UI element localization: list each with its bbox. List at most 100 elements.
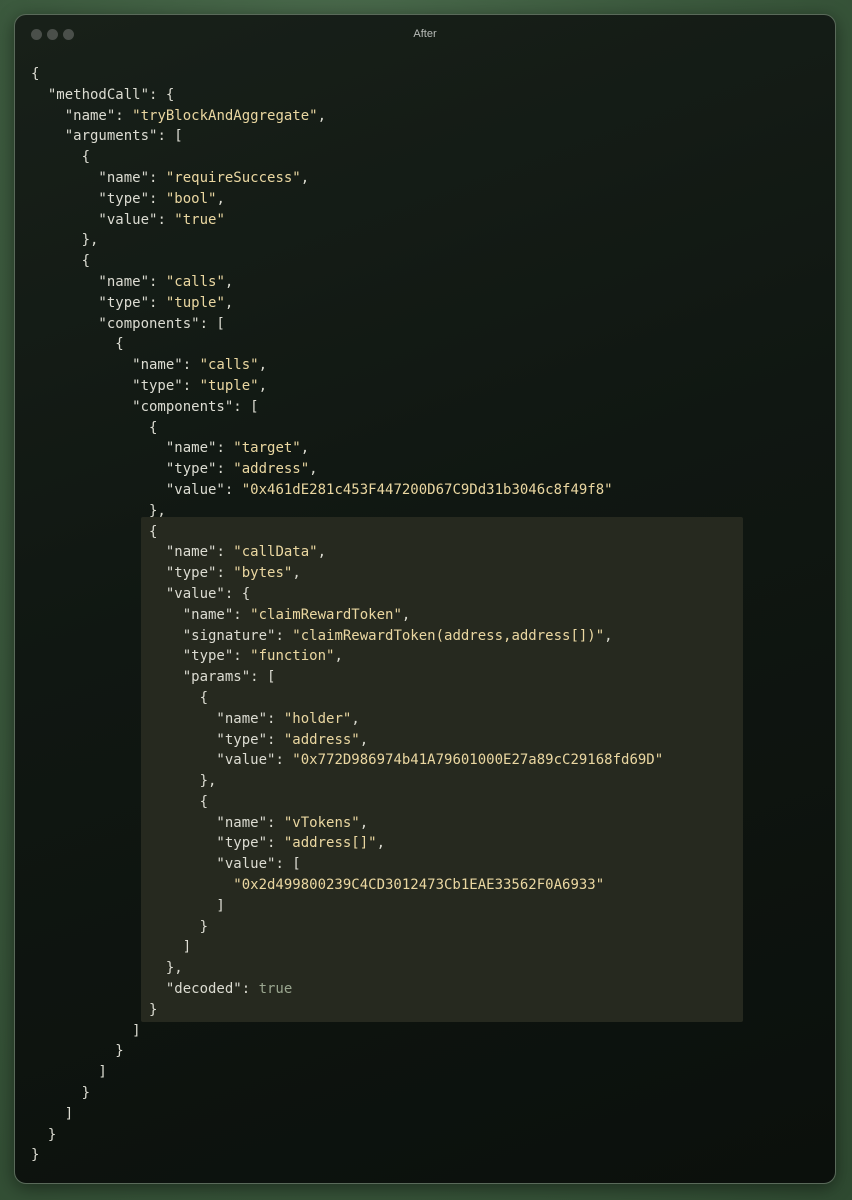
code-line: {: [31, 792, 663, 813]
code-line: "value": "0x772D986974b41A79601000E27a89…: [31, 750, 663, 771]
code-line: "type": "address",: [31, 459, 663, 480]
json-string: "true": [174, 211, 225, 228]
json-punctuation: {: [31, 689, 209, 706]
json-punctuation: ,: [300, 169, 310, 186]
json-string: "address": [283, 731, 360, 748]
json-string: "tuple": [165, 294, 225, 311]
json-punctuation: {: [31, 66, 40, 82]
json-key: "value": [31, 481, 225, 498]
json-key: "type": [31, 190, 150, 207]
json-punctuation: :: [275, 752, 293, 769]
json-key: "type": [31, 377, 183, 394]
json-punctuation: :: [157, 211, 175, 228]
json-key: "name": [31, 440, 217, 457]
json-string: "claimRewardToken(address,address[])": [292, 627, 605, 644]
json-punctuation: }: [31, 1147, 40, 1164]
json-punctuation: :: [115, 107, 133, 124]
json-key: "value": [31, 856, 276, 873]
json-punctuation: :: [233, 606, 251, 623]
json-punctuation: :: [267, 710, 284, 727]
json-punctuation: ,: [224, 273, 234, 290]
code-line: "value": "true": [31, 210, 663, 231]
code-line: {: [31, 147, 663, 168]
json-punctuation: },: [31, 502, 166, 519]
json-punctuation: :: [149, 190, 166, 207]
code-line: }: [31, 1083, 663, 1104]
code-line: }: [31, 1145, 663, 1166]
json-punctuation: :: [216, 544, 234, 561]
json-punctuation: :: [216, 461, 234, 478]
code-line: ]: [31, 1021, 663, 1042]
json-key: "value": [31, 211, 158, 228]
code-line: },: [31, 230, 663, 251]
code-line: "type": "tuple",: [31, 376, 663, 397]
json-punctuation: }: [31, 1085, 91, 1102]
json-string: "0x2d499800239C4CD3012473Cb1EAE33562F0A6…: [31, 877, 605, 894]
json-punctuation: : {: [224, 585, 251, 602]
code-line: "type": "address",: [31, 730, 663, 751]
code-line: },: [31, 771, 663, 792]
code-line: "name": "requireSuccess",: [31, 168, 663, 189]
code-line: "name": "calls",: [31, 355, 663, 376]
json-punctuation: {: [31, 419, 158, 436]
json-punctuation: :: [275, 627, 293, 644]
json-punctuation: :: [267, 814, 284, 831]
json-string: "claimRewardToken": [250, 606, 402, 623]
json-key: "name": [31, 169, 150, 186]
code-line: }: [31, 1125, 663, 1146]
json-punctuation: {: [31, 149, 91, 166]
json-punctuation: :: [149, 273, 166, 290]
code-line: ]: [31, 937, 663, 958]
json-punctuation: {: [31, 523, 158, 540]
json-punctuation: }: [31, 1001, 158, 1018]
title-bar: After: [15, 15, 835, 57]
json-string: "tuple": [199, 377, 259, 394]
json-punctuation: ]: [31, 939, 192, 956]
json-punctuation: ,: [401, 606, 411, 623]
json-key: "type": [31, 461, 217, 478]
code-line: "name": "holder",: [31, 709, 663, 730]
json-string: "callData": [233, 544, 318, 561]
json-punctuation: : [: [275, 856, 301, 873]
json-punctuation: {: [31, 793, 209, 810]
json-punctuation: ,: [359, 814, 369, 831]
code-line: {: [31, 418, 663, 439]
json-punctuation: ,: [309, 461, 318, 478]
json-punctuation: ,: [317, 107, 327, 124]
json-key: "value": [31, 585, 225, 602]
json-key: "name": [31, 814, 268, 831]
json-punctuation: }: [31, 1126, 57, 1143]
code-line: "arguments": [: [31, 126, 663, 147]
code-line: "type": "function",: [31, 646, 663, 667]
code-window: After { "methodCall": { "name": "tryBloc…: [14, 14, 836, 1184]
json-key: "params": [31, 669, 251, 686]
json-punctuation: }: [31, 1043, 124, 1060]
json-punctuation: },: [31, 232, 99, 249]
json-string: "calls": [199, 357, 259, 374]
code-line: },: [31, 501, 663, 522]
json-punctuation: },: [31, 960, 183, 977]
code-line: "name": "vTokens",: [31, 813, 663, 834]
json-string: "0x772D986974b41A79601000E27a89cC29168fd…: [292, 752, 664, 769]
json-code-block[interactable]: { "methodCall": { "name": "tryBlockAndAg…: [31, 64, 663, 1166]
code-line: "decoded": true: [31, 979, 663, 1000]
json-key: "type": [31, 835, 268, 852]
json-punctuation: :: [267, 731, 284, 748]
code-line: "components": [: [31, 397, 663, 418]
json-punctuation: :: [182, 357, 200, 374]
code-line: ]: [31, 1062, 663, 1083]
json-punctuation: {: [31, 336, 124, 353]
json-string: "bool": [165, 190, 217, 207]
json-string: "calls": [165, 273, 225, 290]
json-punctuation: ,: [258, 357, 268, 374]
json-punctuation: ]: [31, 1064, 107, 1081]
json-key: "type": [31, 648, 234, 665]
code-line: {: [31, 251, 663, 272]
json-key: "decoded": [31, 981, 242, 998]
json-punctuation: ]: [31, 897, 225, 914]
json-key: "components": [31, 315, 200, 332]
window-title: After: [413, 28, 437, 40]
json-key: "name": [31, 357, 183, 374]
code-line: }: [31, 917, 663, 938]
code-line: "0x2d499800239C4CD3012473Cb1EAE33562F0A6…: [31, 875, 663, 896]
